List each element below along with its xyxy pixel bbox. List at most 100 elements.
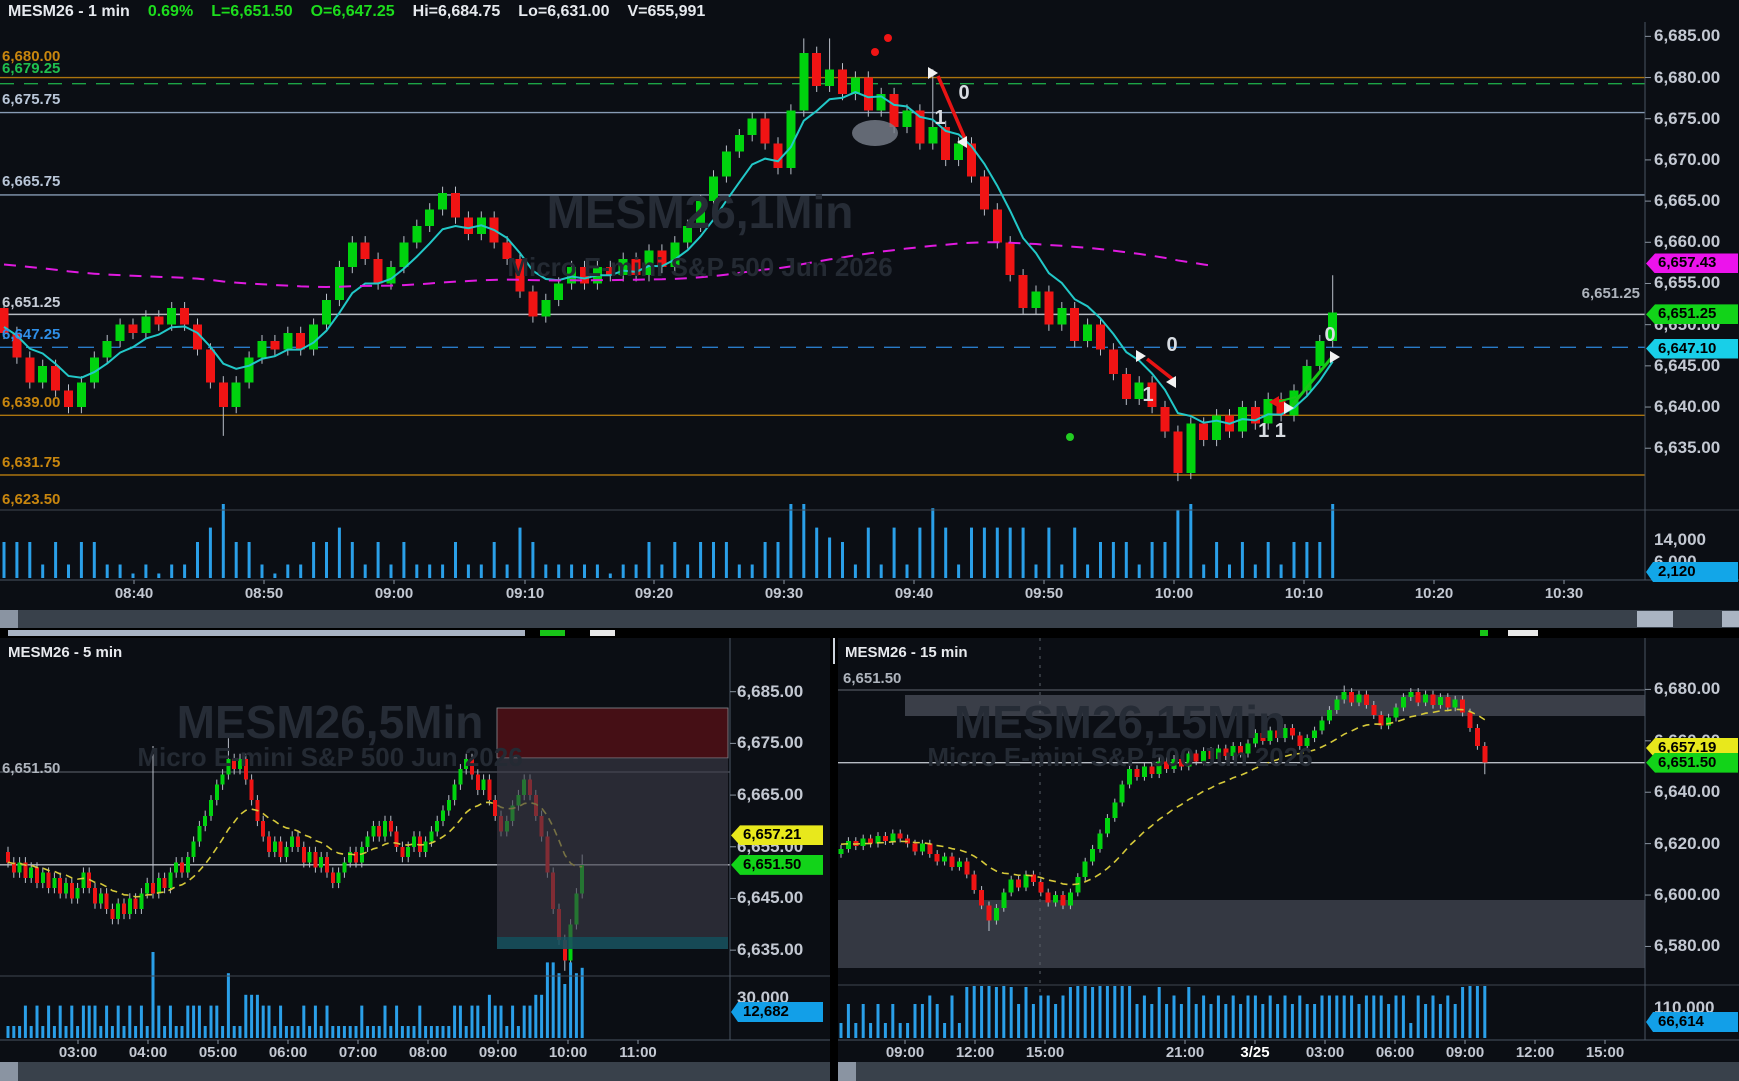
candle-body[interactable] [1416,692,1421,702]
scrollbar-cap[interactable] [0,610,18,628]
candle-body[interactable] [70,883,74,899]
time-axis-label[interactable]: 12:00 [956,1044,994,1061]
candle-body[interactable] [325,857,329,873]
candle-body[interactable] [425,209,434,225]
candle-body[interactable] [993,209,1002,242]
candle-body[interactable] [93,888,97,904]
candle-body[interactable] [1438,697,1443,705]
candle-body[interactable] [883,836,888,841]
candle-body[interactable] [141,316,150,332]
candle-body[interactable] [290,836,294,846]
candle-body[interactable] [400,847,404,857]
candle-body[interactable] [1105,818,1110,833]
scrollbar-cap-15min[interactable] [838,1062,856,1081]
candle-body[interactable] [541,300,550,316]
candle-body[interactable] [77,382,86,407]
candle-body[interactable] [337,873,341,883]
candle-body[interactable] [1120,785,1125,803]
candle-body[interactable] [116,904,120,920]
candle-body[interactable] [1334,700,1339,710]
time-axis-label[interactable]: 09:30 [765,585,803,602]
mini-preview-green-2[interactable] [1480,630,1488,636]
scrollbar-15min[interactable] [838,1062,1739,1081]
candle-body[interactable] [64,883,68,893]
candle-body[interactable] [1431,695,1436,705]
time-axis-label[interactable]: 10:10 [1285,585,1323,602]
candle-body[interactable] [1212,415,1221,440]
time-axis-label[interactable]: 10:30 [1545,585,1583,602]
candle-body[interactable] [1053,895,1058,903]
candle-body[interactable] [979,890,984,905]
candle-body[interactable] [954,143,963,159]
time-axis-label[interactable]: 09:40 [895,585,933,602]
time-axis-label[interactable]: 06:00 [269,1044,307,1061]
candle-body[interactable] [134,898,138,908]
candle-body[interactable] [221,774,225,784]
trade-zone-body[interactable] [497,758,728,937]
candle-body[interactable] [799,53,808,111]
candle-body[interactable] [735,135,744,151]
time-axis-label[interactable]: 10:00 [1155,585,1193,602]
candle-body[interactable] [76,888,80,898]
candle-body[interactable] [1186,424,1195,473]
candle-body[interactable] [25,358,34,383]
time-axis-label[interactable]: 09:00 [375,585,413,602]
candle-body[interactable] [1394,707,1399,717]
candle-body[interactable] [1445,697,1450,707]
candle-body[interactable] [980,176,989,209]
candle-body[interactable] [861,838,866,846]
time-axis-label[interactable]: 08:40 [115,585,153,602]
time-axis-label[interactable]: 09:10 [506,585,544,602]
candle-body[interactable] [774,143,783,168]
candle-body[interactable] [447,800,451,810]
candle-body[interactable] [99,893,103,903]
candle-body[interactable] [1057,308,1066,324]
candle-body[interactable] [128,898,132,914]
candle-body[interactable] [950,856,955,866]
candle-body[interactable] [812,53,821,86]
candle-body[interactable] [722,152,731,177]
candle-body[interactable] [493,800,497,816]
mini-preview-white-2[interactable] [1508,630,1538,636]
mini-preview-bar[interactable] [8,630,525,636]
candle-body[interactable] [890,94,899,127]
time-axis-label[interactable]: 15:00 [1586,1044,1624,1061]
candle-body[interactable] [1475,728,1480,746]
candle-body[interactable] [192,842,196,858]
time-axis-label[interactable]: 21:00 [1166,1044,1204,1061]
candle-body[interactable] [283,333,292,349]
candle-body[interactable] [273,842,277,852]
candle-body[interactable] [528,292,537,317]
candle-body[interactable] [1173,432,1182,473]
candle-body[interactable] [129,325,138,333]
candle-body[interactable] [58,878,62,894]
candle-body[interactable] [151,883,155,893]
time-axis-label[interactable]: 09:20 [635,585,673,602]
candle-body[interactable] [1096,325,1105,350]
candle-body[interactable] [174,862,178,872]
candle-body[interactable] [554,283,563,299]
panel-divider[interactable] [830,638,838,1081]
time-axis-label[interactable]: 11:00 [619,1044,657,1061]
ellipse-annotation[interactable] [852,120,898,146]
time-axis-label[interactable]: 3/25 [1240,1044,1269,1061]
candle-body[interactable] [1038,882,1043,892]
candle-body[interactable] [110,909,114,919]
candle-body[interactable] [309,325,318,350]
candle-body[interactable] [1315,341,1324,366]
candle-body[interactable] [38,366,47,382]
candle-body[interactable] [1468,713,1473,728]
candle-body[interactable] [441,811,445,821]
candle-body[interactable] [839,849,844,854]
candle-body[interactable] [81,873,85,889]
candle-body[interactable] [197,826,201,842]
candle-body[interactable] [435,821,439,831]
candle-body[interactable] [1044,292,1053,325]
candle-body[interactable] [342,862,346,872]
candle-body[interactable] [748,119,757,135]
candle-body[interactable] [412,226,421,242]
candle-body[interactable] [935,854,940,862]
candle-body[interactable] [331,873,335,883]
candle-body[interactable] [1482,746,1487,763]
candle-body[interactable] [35,867,39,883]
